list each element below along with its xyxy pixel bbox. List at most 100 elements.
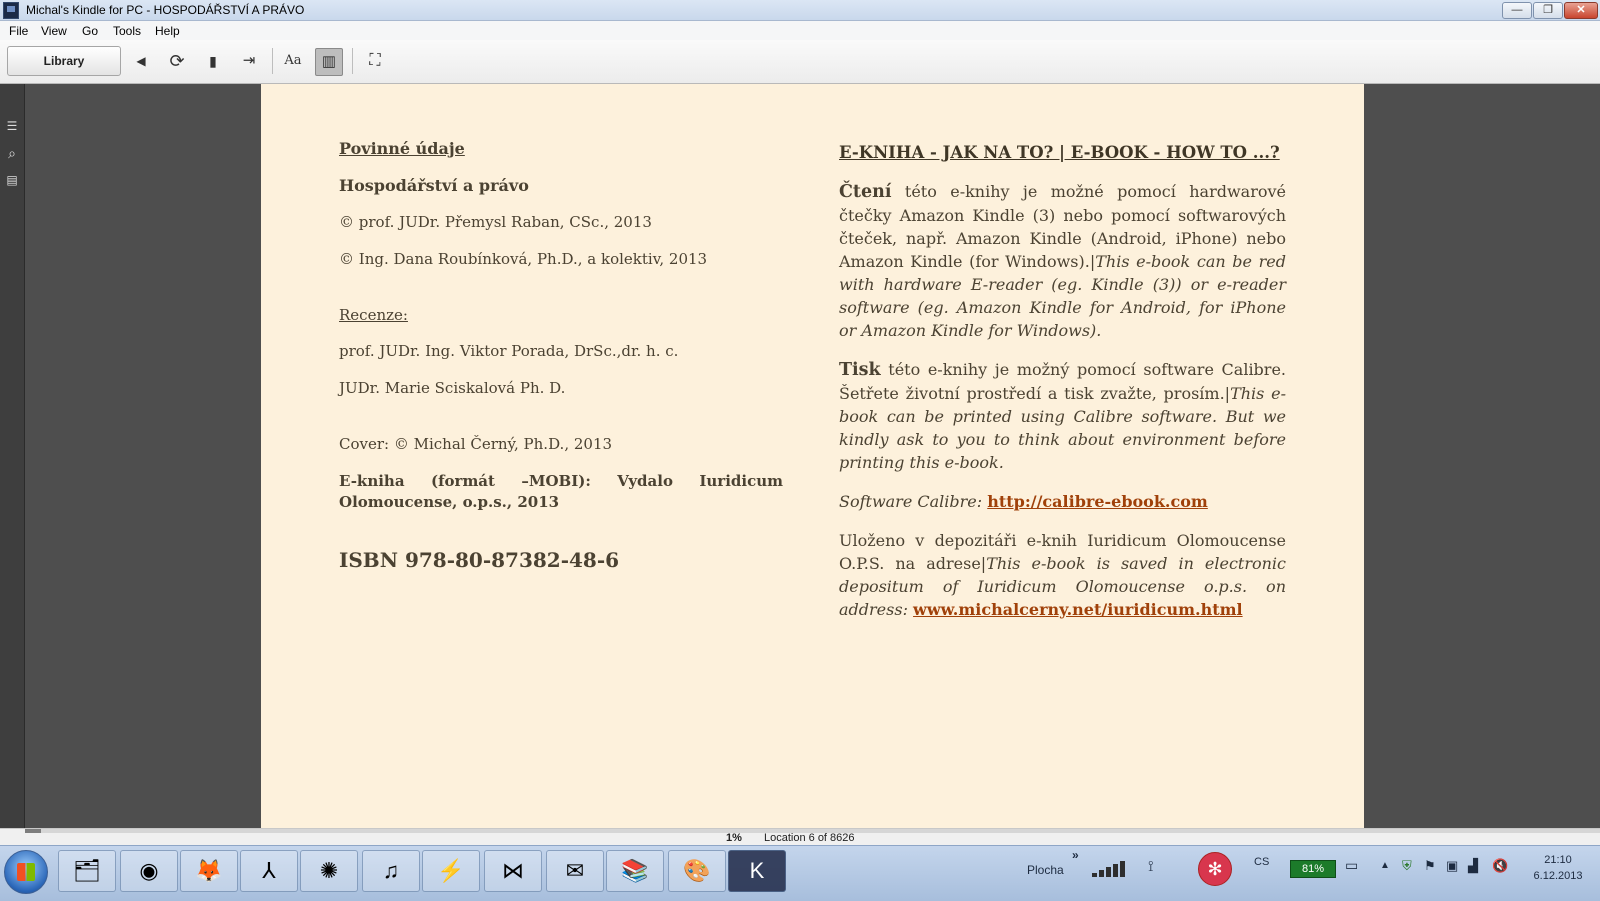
progress-percent: 1% [726,832,742,844]
calibre-link[interactable]: http://calibre-ebook.com [987,492,1208,511]
visual-studio-icon: ⋈ [502,858,524,883]
right-column: E-KNIHA - JAK NA TO? | E-BOOK - HOW TO .… [839,141,1286,637]
windows-taskbar: 🗂 ◉ 🦊 ⅄ ✺ ♫ ⚡ ⋈ ✉ 📚 🎨 K Plocha » ⟟ ✻ CS 81% ▭ ▲ ⛨ ⚑… [0,845,1600,901]
start-button[interactable] [4,850,48,894]
publisher-info: E-kniha (formát –MOBI): Vydalo Iuridicum… [339,472,783,511]
chrome-icon: ◉ [139,858,159,883]
status-bar: 1% Location 6 of 8626 [0,828,1600,846]
kindle-app-icon [3,2,19,19]
library-button[interactable]: Library [7,46,121,76]
back-icon[interactable]: ◀ [128,48,154,74]
itunes-icon: ♫ [382,858,400,883]
taskbar-explorer-button[interactable]: 🗂 [58,850,116,892]
location-indicator: Location 6 of 8626 [764,832,855,844]
notes-icon[interactable]: ▤ [4,172,20,188]
menu-bar: File View Go Tools Help [0,21,1600,40]
taskbar-visual-studio-button[interactable]: ⋈ [484,850,542,892]
toolbar-separator [352,48,353,74]
network-icon[interactable]: ▟ [1468,858,1478,874]
maximize-button[interactable]: ❐ [1533,2,1563,19]
toolbar-separator [272,48,273,74]
signal-strength-icon[interactable] [1092,859,1132,877]
isbn: ISBN 978-80-87382-48-6 [339,548,620,572]
book-title: Hospodářství a právo [339,176,529,195]
reviews-heading: Recenze: [339,306,408,324]
show-hidden-icons-icon[interactable]: ▲ [1380,860,1390,871]
menu-file[interactable]: File [9,24,28,38]
clock-date: 6.12.2013 [1533,870,1583,882]
chevron-icon[interactable]: » [1072,848,1079,862]
deposit-link[interactable]: www.michalcerny.net/iuridicum.html [913,600,1243,619]
language-indicator[interactable]: CS [1254,856,1269,868]
print-text: této e-knihy je možný pomocí software Ca… [839,360,1286,403]
clock-time: 21:10 [1544,854,1572,866]
sync-icon[interactable]: ⟳ [164,48,190,74]
restore-icon: ❐ [1543,4,1553,16]
red-tray-app-icon[interactable]: ✻ [1198,852,1232,886]
side-rail: ☰ ⌕ ▤ [0,84,25,828]
reading-lead: Čtení [839,182,892,202]
menu-go[interactable]: Go [82,24,98,38]
firefox-icon: 🦊 [195,858,223,883]
desktop-toolbar-label[interactable]: Plocha [1027,863,1064,877]
copyright-author-2: © Ing. Dana Roubínková, Ph.D., a kolekti… [339,250,708,268]
print-paragraph: Tisk této e-knihy je možný pomocí softwa… [839,358,1286,474]
volume-muted-icon[interactable]: 🔇 [1492,858,1508,874]
reviewer-1: prof. JUDr. Ing. Viktor Porada, DrSc.,dr… [339,342,679,360]
copyright-author-1: © prof. JUDr. Přemysl Raban, CSc., 2013 [339,213,652,231]
acrobat-icon: ⅄ [262,858,276,883]
windows-logo-icon [17,863,35,881]
explorer-icon: 🗂 [73,858,101,883]
print-lead: Tisk [839,360,881,380]
paint-icon: 🎨 [683,858,711,883]
minimize-button[interactable]: — [1502,2,1532,19]
menu-view[interactable]: View [41,24,67,38]
taskbar-itunes-button[interactable]: ♫ [362,850,420,892]
taskbar-firefox-button[interactable]: 🦊 [180,850,238,892]
close-button[interactable]: ✕ [1564,2,1598,19]
calibre-paragraph: Software Calibre: http://calibre-ebook.c… [839,490,1286,513]
device-icon[interactable]: ▣ [1446,858,1458,874]
mandatory-heading: Povinné údaje [339,139,465,158]
window-title: Michal's Kindle for PC - HOSPODÁŘSTVÍ A … [26,3,305,17]
system-clock[interactable]: 21:10 6.12.2013 [1520,852,1596,884]
taskbar-thunderbird-button[interactable]: ✉ [546,850,604,892]
goto-icon[interactable]: ⇥ [236,48,262,74]
app-yellow-icon: ✺ [319,858,339,883]
menu-tools[interactable]: Tools [113,24,141,38]
taskbar-winamp-button[interactable]: ⚡ [422,850,480,892]
cover-credit: Cover: © Michal Černý, Ph.D., 2013 [339,435,613,453]
toolbar: Library ◀ ⟳ ▮ ⇥ Aa ▥ ⛶ [0,40,1600,84]
winamp-icon: ⚡ [437,858,465,883]
security-shield-icon[interactable]: ⛨ [1402,858,1412,874]
library-books-icon: 📚 [621,858,649,883]
menu-help[interactable]: Help [155,24,180,38]
reading-progress-fill [25,829,41,833]
battery-indicator[interactable]: 81% [1290,860,1336,878]
taskbar-chrome-button[interactable]: ◉ [120,850,178,892]
fullscreen-icon[interactable]: ⛶ [362,48,388,74]
wireless-icon[interactable]: ⟟ [1148,858,1154,875]
taskbar-library-books-button[interactable]: 📚 [606,850,664,892]
taskbar-kindle-button[interactable]: K [728,850,786,892]
close-icon: ✕ [1576,4,1586,16]
book-page: Povinné údaje Hospodářství a právo © pro… [261,84,1364,828]
reviewer-2: JUDr. Marie Sciskalová Ph. D. [339,379,566,397]
search-icon[interactable]: ⌕ [4,145,20,161]
taskbar-acrobat-button[interactable]: ⅄ [240,850,298,892]
power-plug-icon[interactable]: ▭ [1345,857,1358,874]
taskbar-app-yellow-button[interactable]: ✺ [300,850,358,892]
taskbar-paint-button[interactable]: 🎨 [668,850,726,892]
title-bar: Michal's Kindle for PC - HOSPODÁŘSTVÍ A … [0,0,1600,21]
thunderbird-icon: ✉ [565,858,585,883]
table-of-contents-icon[interactable]: ☰ [4,118,20,134]
deposit-paragraph: Uloženo v depozitáři e-knih Iuridicum Ol… [839,529,1286,621]
columns-icon[interactable]: ▥ [315,48,343,76]
calibre-label: Software Calibre: [839,492,988,511]
howto-heading: E-KNIHA - JAK NA TO? | E-BOOK - HOW TO .… [839,143,1280,162]
action-center-flag-icon[interactable]: ⚑ [1424,858,1436,874]
reading-paragraph: Čtení této e-knihy je možné pomocí hardw… [839,180,1286,342]
font-settings-icon[interactable]: Aa [280,48,306,74]
kindle-icon: K [749,858,765,883]
bookmark-icon[interactable]: ▮ [200,48,226,74]
